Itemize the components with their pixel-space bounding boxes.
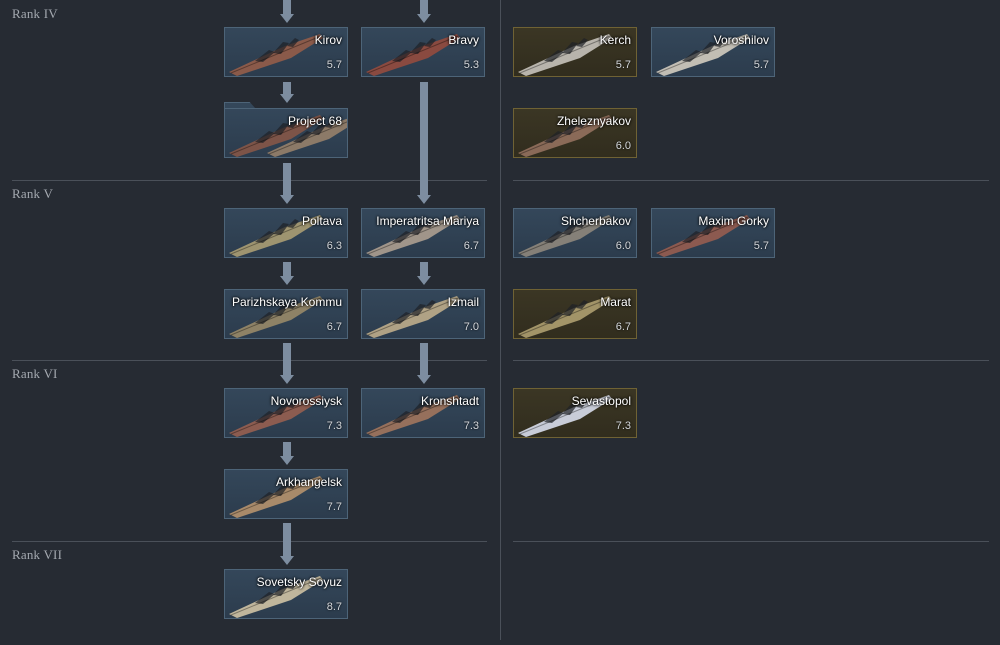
vehicle-card-project-68[interactable]: Project 68 xyxy=(224,108,348,158)
vehicle-card-zheleznyakov[interactable]: Zheleznyakov 6.0 xyxy=(513,108,637,158)
arrow-down-icon xyxy=(280,343,294,385)
rank-label-iv: Rank IV xyxy=(12,6,58,21)
battle-rating: 6.0 xyxy=(615,140,631,152)
vehicle-card-sovetsky-soyuz[interactable]: Sovetsky Soyuz 8.7 xyxy=(224,569,348,619)
vehicle-card-imperatritsa-mariya[interactable]: Imperatritsa Mariya 6.7 xyxy=(361,208,485,258)
vehicle-name: Project 68 xyxy=(287,114,342,128)
vehicle-card-maxim-gorky[interactable]: Maxim Gorky 5.7 xyxy=(651,208,775,258)
battle-rating: 7.3 xyxy=(615,420,631,432)
rank-divider xyxy=(12,360,487,361)
battle-rating: 5.7 xyxy=(753,59,769,71)
arrow-down-icon xyxy=(417,262,431,286)
vehicle-card-arkhangelsk[interactable]: Arkhangelsk 7.7 xyxy=(224,469,348,519)
vehicle-name: Bravy xyxy=(448,33,479,47)
arrow-down-icon xyxy=(417,343,431,385)
battle-rating: 6.7 xyxy=(326,321,342,333)
arrow-down-icon xyxy=(280,523,294,566)
vehicle-name: Kirov xyxy=(314,33,342,47)
arrow-down-icon xyxy=(280,0,294,23)
battle-rating: 8.7 xyxy=(326,601,342,613)
vehicle-name: Parizhskaya Kommu xyxy=(231,295,342,309)
vehicle-name: Arkhangelsk xyxy=(275,475,342,489)
battle-rating: 7.7 xyxy=(326,501,342,513)
rank-label-vi: Rank VI xyxy=(12,366,58,381)
vehicle-name: Voroshilov xyxy=(713,33,769,47)
arrow-down-icon xyxy=(280,262,294,286)
battle-rating: 5.7 xyxy=(326,59,342,71)
arrow-down-icon xyxy=(417,0,431,23)
battle-rating: 6.7 xyxy=(463,240,479,252)
battle-rating: 6.7 xyxy=(615,321,631,333)
vehicle-name: Sevastopol xyxy=(571,394,631,408)
rank-divider xyxy=(513,541,989,542)
battle-rating: 7.0 xyxy=(463,321,479,333)
battle-rating: 5.7 xyxy=(615,59,631,71)
rank-divider xyxy=(513,360,989,361)
vehicle-card-kerch[interactable]: Kerch 5.7 xyxy=(513,27,637,77)
rank-divider xyxy=(12,180,487,181)
vehicle-card-marat[interactable]: Marat 6.7 xyxy=(513,289,637,339)
vehicle-card-kronshtadt[interactable]: Kronshtadt 7.3 xyxy=(361,388,485,438)
arrow-down-icon xyxy=(280,82,294,104)
vehicle-name: Izmail xyxy=(447,295,479,309)
battle-rating: 6.0 xyxy=(615,240,631,252)
arrow-down-icon xyxy=(280,442,294,466)
vehicle-card-novorossiysk[interactable]: Novorossiysk 7.3 xyxy=(224,388,348,438)
vehicle-card-voroshilov[interactable]: Voroshilov 5.7 xyxy=(651,27,775,77)
vehicle-card-sevastopol[interactable]: Sevastopol 7.3 xyxy=(513,388,637,438)
arrow-down-icon xyxy=(280,163,294,205)
vehicle-card-izmail[interactable]: Izmail 7.0 xyxy=(361,289,485,339)
vehicle-name: Shcherbakov xyxy=(560,214,631,228)
battle-rating: 5.7 xyxy=(753,240,769,252)
vehicle-card-bravy[interactable]: Bravy 5.3 xyxy=(361,27,485,77)
battle-rating: 7.3 xyxy=(463,420,479,432)
vehicle-name: Novorossiysk xyxy=(270,394,342,408)
rank-divider xyxy=(513,180,989,181)
vehicle-card-parizhskaya-kommuna[interactable]: Parizhskaya Kommu 6.7 xyxy=(224,289,348,339)
rank-label-vii: Rank VII xyxy=(12,547,63,562)
vehicle-name: Maxim Gorky xyxy=(698,214,769,228)
vehicle-card-shcherbakov[interactable]: Shcherbakov 6.0 xyxy=(513,208,637,258)
vehicle-name: Sovetsky Soyuz xyxy=(256,575,342,589)
rank-divider xyxy=(12,541,487,542)
rank-label-v: Rank V xyxy=(12,186,54,201)
vehicle-name: Zheleznyakov xyxy=(556,114,631,128)
vehicle-name: Marat xyxy=(600,295,631,309)
vehicle-name: Kronshtadt xyxy=(420,394,479,408)
vehicle-card-kirov[interactable]: Kirov 5.7 xyxy=(224,27,348,77)
column-divider xyxy=(500,0,501,640)
battle-rating: 7.3 xyxy=(326,420,342,432)
arrow-down-icon xyxy=(417,82,431,205)
vehicle-name: Kerch xyxy=(599,33,631,47)
vehicle-name: Poltava xyxy=(301,214,342,228)
battle-rating: 5.3 xyxy=(463,59,479,71)
vehicle-card-poltava[interactable]: Poltava 6.3 xyxy=(224,208,348,258)
battle-rating: 6.3 xyxy=(326,240,342,252)
vehicle-name: Imperatritsa Mariya xyxy=(376,214,479,228)
